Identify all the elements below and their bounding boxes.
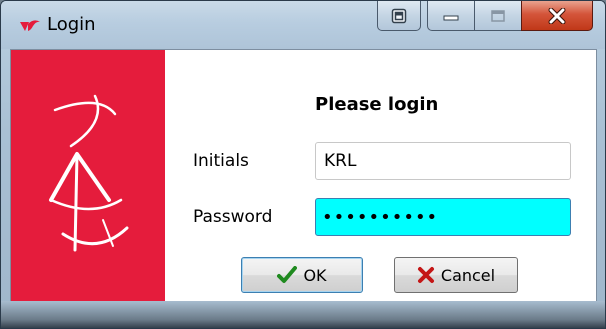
window-controls <box>427 1 593 31</box>
close-icon <box>548 7 566 24</box>
ok-button[interactable]: OK <box>241 257 363 293</box>
app-icon <box>20 20 40 31</box>
checkmark-icon <box>277 266 298 284</box>
company-logo <box>49 94 129 252</box>
minimize-button[interactable] <box>427 1 474 31</box>
maximize-button[interactable] <box>474 1 521 31</box>
window-bottom-border <box>1 301 605 328</box>
password-label: Password <box>193 207 273 227</box>
window-title: Login <box>47 14 96 35</box>
maximize-icon <box>491 9 505 22</box>
cancel-button[interactable]: Cancel <box>394 257 518 293</box>
x-icon <box>417 266 435 284</box>
dialog-client-area: Please login Initials Password OK Cancel <box>10 49 597 302</box>
restore-button[interactable] <box>377 1 421 31</box>
cancel-label: Cancel <box>440 265 496 285</box>
logo-panel <box>11 50 165 301</box>
initials-field[interactable] <box>315 142 571 180</box>
close-button[interactable] <box>521 1 593 31</box>
title-bar[interactable]: Login <box>1 1 605 49</box>
password-field[interactable] <box>315 198 571 236</box>
restore-window-icon <box>391 8 407 23</box>
initials-label: Initials <box>193 151 249 171</box>
login-window: Login Please login Initials KRL Password… <box>0 0 606 329</box>
login-heading: Please login <box>315 94 439 115</box>
minimize-icon <box>443 15 459 20</box>
ok-label: OK <box>303 265 327 285</box>
